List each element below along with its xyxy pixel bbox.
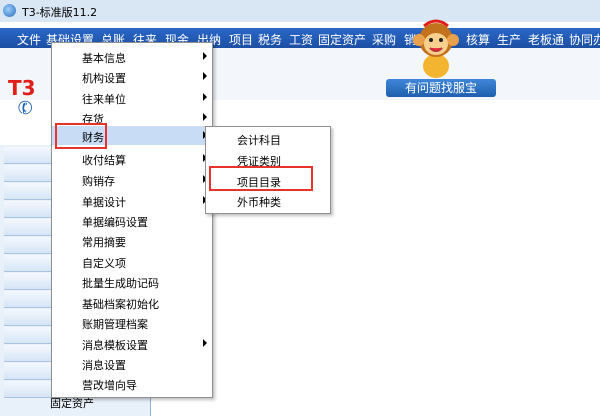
window-title: T3-标准版11.2 xyxy=(22,6,98,19)
menu-boss[interactable]: 老板通 xyxy=(528,31,564,48)
menu-item-message-settings[interactable]: 消息设置 xyxy=(52,354,212,373)
help-service-button[interactable]: 有问题找服宝 xyxy=(386,79,496,97)
mascot-icon xyxy=(413,19,459,78)
menu-item-basic-info[interactable]: 基本信息 xyxy=(52,47,212,66)
menu-payroll[interactable]: 工资 xyxy=(289,31,313,48)
menu-item-message-template[interactable]: 消息模板设置 xyxy=(52,334,212,353)
menu-item-settlement[interactable]: 收付结算 xyxy=(52,149,212,168)
basic-settings-menu: 基本信息 机构设置 往来单位 存货 财务 收付结算 购销存 单据设计 单据编码设… xyxy=(51,42,213,398)
menu-item-purchase-sales-stock[interactable]: 购销存 xyxy=(52,170,212,189)
menu-item-archive-init[interactable]: 基础档案初始化 xyxy=(52,293,212,312)
t3-logo: T3 xyxy=(8,76,36,100)
menu-item-doc-numbering[interactable]: 单据编码设置 xyxy=(52,211,212,230)
menu-collaboration[interactable]: 协同办 xyxy=(569,31,600,48)
highlight-project-catalog-box xyxy=(209,166,313,191)
submenu-arrow-icon xyxy=(203,52,207,60)
submenu-arrow-icon xyxy=(203,93,207,101)
menu-item-vat-wizard[interactable]: 营改增向导 xyxy=(52,374,212,393)
submenu-arrow-icon xyxy=(203,113,207,121)
menu-item-period-archive[interactable]: 账期管理档案 xyxy=(52,313,212,332)
menu-item-org-settings[interactable]: 机构设置 xyxy=(52,67,212,86)
menu-production[interactable]: 生产 xyxy=(497,31,521,48)
menu-item-doc-design[interactable]: 单据设计 xyxy=(52,191,212,210)
app-icon xyxy=(3,4,16,17)
menu-project[interactable]: 项目 xyxy=(229,31,253,48)
menu-fixed-assets[interactable]: 固定资产 xyxy=(318,31,366,48)
menu-item-accounts[interactable]: 会计科目 xyxy=(206,129,330,148)
menu-item-batch-mnemonic[interactable]: 批量生成助记码 xyxy=(52,272,212,291)
menu-purchase[interactable]: 采购 xyxy=(372,31,396,48)
menu-item-currency-types[interactable]: 外币种类 xyxy=(206,191,330,210)
menu-item-partners[interactable]: 往来单位 xyxy=(52,88,212,107)
menu-item-custom-items[interactable]: 自定义项 xyxy=(52,252,212,271)
title-bar: T3-标准版11.2 xyxy=(0,0,600,22)
menu-item-common-summary[interactable]: 常用摘要 xyxy=(52,231,212,250)
highlight-finance-box xyxy=(55,123,107,149)
menu-tax[interactable]: 税务 xyxy=(258,31,282,48)
menu-accounting[interactable]: 核算 xyxy=(466,31,490,48)
submenu-arrow-icon xyxy=(203,339,207,347)
submenu-arrow-icon xyxy=(203,72,207,80)
menu-file[interactable]: 文件 xyxy=(17,31,41,48)
